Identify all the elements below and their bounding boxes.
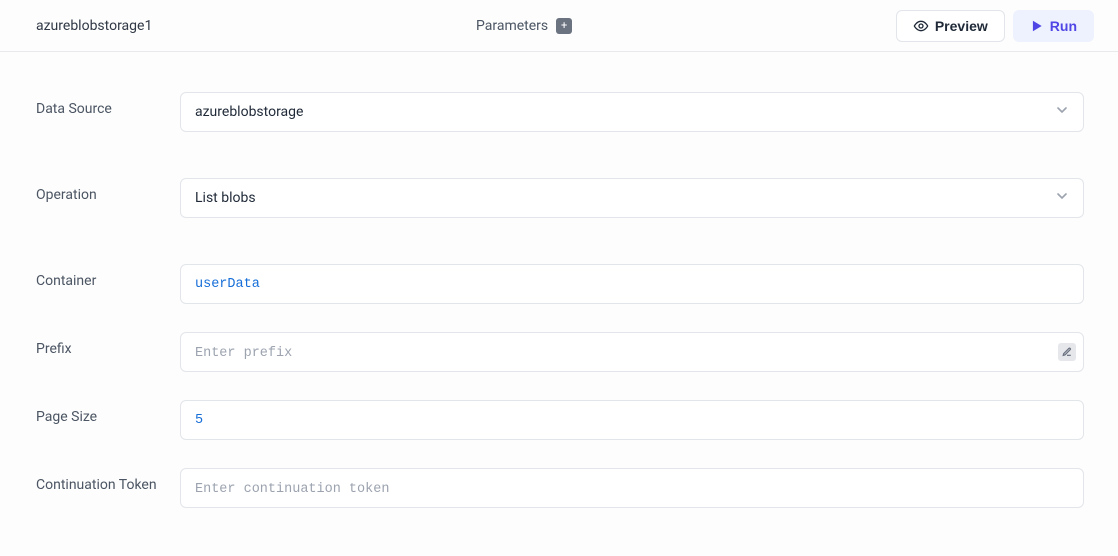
play-icon xyxy=(1030,19,1044,33)
label-data-source: Data Source xyxy=(36,92,180,120)
run-button[interactable]: Run xyxy=(1013,10,1094,42)
label-operation: Operation xyxy=(36,178,180,206)
page-size-input[interactable] xyxy=(180,400,1084,440)
eye-icon xyxy=(913,18,929,34)
label-continuation-token: Continuation Token xyxy=(36,468,180,496)
label-page-size: Page Size xyxy=(36,400,180,428)
dynamic-icon[interactable] xyxy=(1058,343,1076,361)
continuation-token-input[interactable] xyxy=(180,468,1084,508)
run-label: Run xyxy=(1050,18,1077,34)
label-container: Container xyxy=(36,264,180,292)
data-source-value: azureblobstorage xyxy=(180,92,1084,132)
preview-label: Preview xyxy=(935,18,988,34)
data-source-select[interactable]: azureblobstorage xyxy=(180,92,1084,132)
container-input[interactable] xyxy=(180,264,1084,304)
row-operation: Operation List blobs xyxy=(36,178,1084,218)
row-prefix: Prefix xyxy=(36,332,1084,372)
operation-select[interactable]: List blobs xyxy=(180,178,1084,218)
preview-button[interactable]: Preview xyxy=(896,10,1005,42)
parameters-control[interactable]: Parameters + xyxy=(476,18,572,34)
parameters-label: Parameters xyxy=(476,18,548,34)
query-title: azureblobstorage1 xyxy=(36,18,152,34)
label-prefix: Prefix xyxy=(36,332,180,360)
row-continuation-token: Continuation Token xyxy=(36,468,1084,508)
row-container: Container xyxy=(36,264,1084,304)
row-page-size: Page Size xyxy=(36,400,1084,440)
prefix-input[interactable] xyxy=(180,332,1084,372)
form-area: Data Source azureblobstorage Operation L… xyxy=(0,52,1118,556)
header-actions: Preview Run xyxy=(896,10,1094,42)
row-data-source: Data Source azureblobstorage xyxy=(36,92,1084,132)
operation-value: List blobs xyxy=(180,178,1084,218)
page-header: azureblobstorage1 Parameters + Preview R… xyxy=(0,0,1118,52)
plus-icon: + xyxy=(556,18,572,34)
